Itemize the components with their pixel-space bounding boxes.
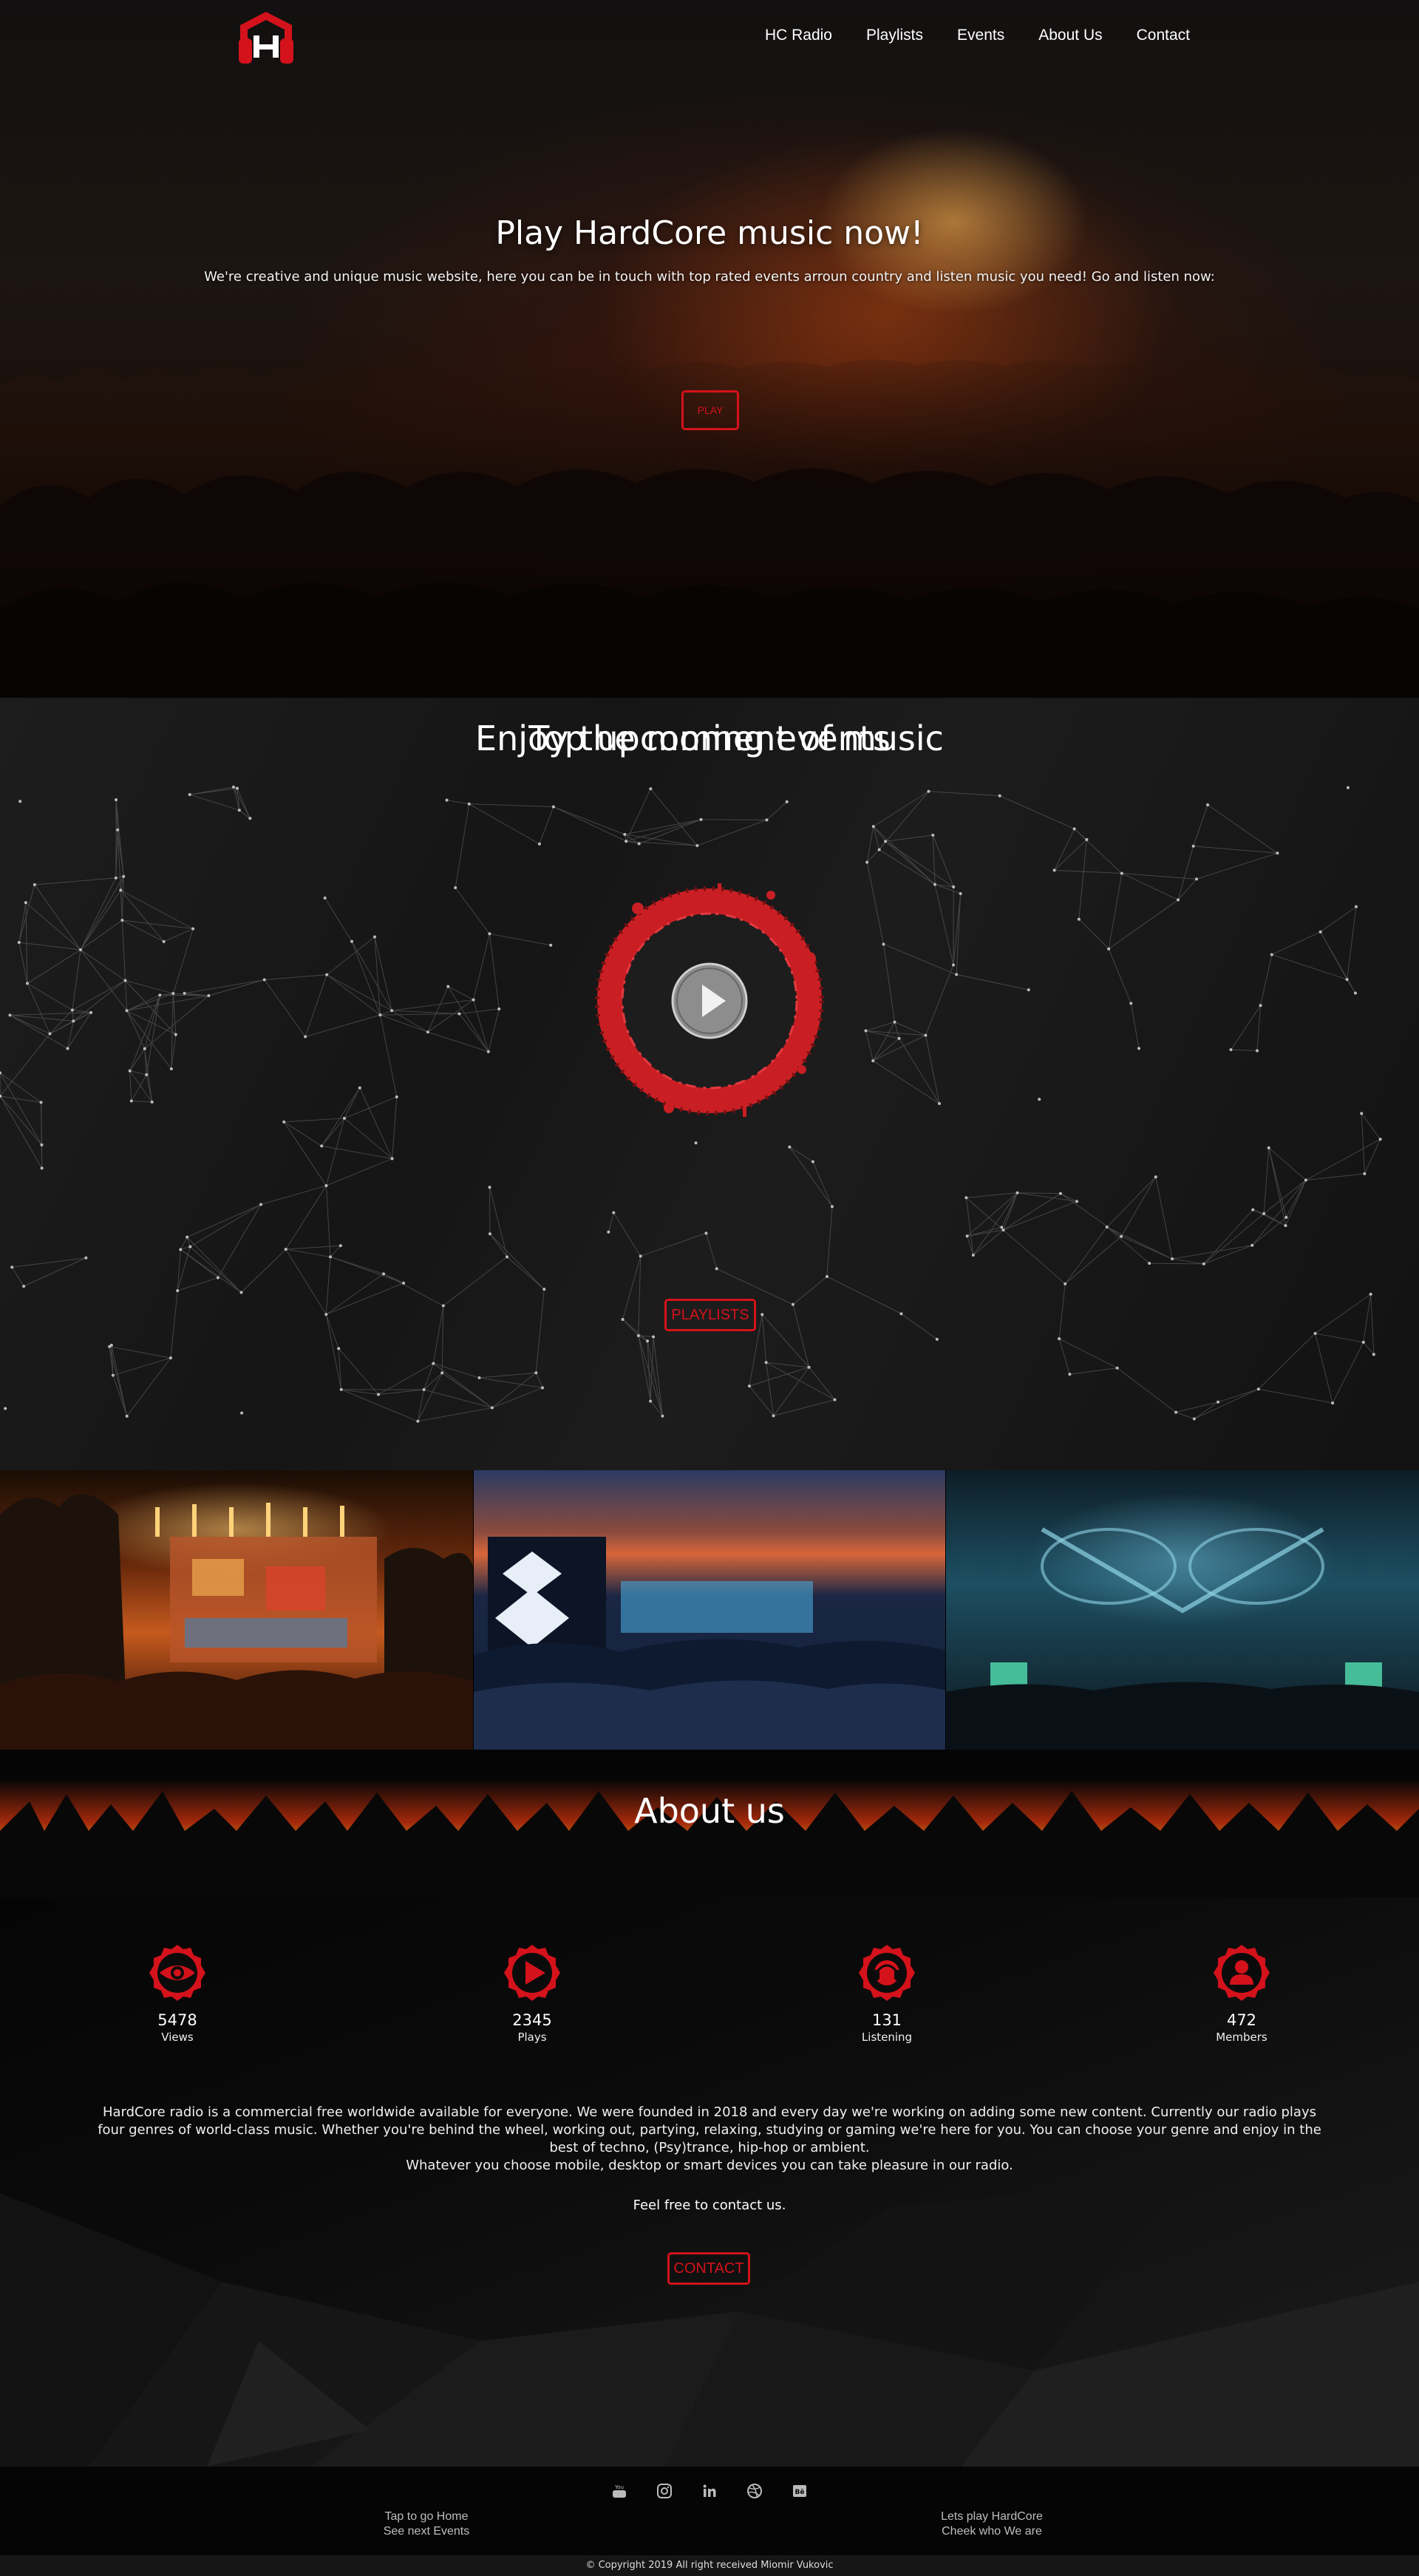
contact-invite: Feel free to contact us. — [633, 2198, 786, 2213]
nav-links: HC Radio Playlists Events About Us Conta… — [765, 27, 1190, 44]
outdoor-concert-illustration — [473, 1537, 946, 1750]
stat-views: 5478 Views — [103, 1943, 251, 2044]
hero-section: HC Radio Playlists Events About Us Conta… — [0, 0, 1419, 698]
stat-plays-label: Plays — [517, 2030, 547, 2044]
youtube-icon[interactable]: You — [611, 2483, 627, 2499]
social-links: You Bē — [0, 2483, 1419, 2499]
about-title: About us — [634, 1791, 785, 1831]
copyright: © Copyright 2019 All right received Miom… — [0, 2555, 1419, 2576]
footer-link-events[interactable]: See next Events — [349, 2524, 504, 2539]
nav-link-about-us[interactable]: About Us — [1038, 27, 1102, 44]
footer-link-play[interactable]: Lets play HardCore — [911, 2509, 1073, 2524]
svg-text:Bē: Bē — [795, 2489, 805, 2496]
play-circle-icon[interactable] — [670, 961, 749, 1041]
stat-members-value: 472 — [1226, 2011, 1257, 2029]
stat-views-label: Views — [161, 2030, 194, 2044]
playlists-button[interactable]: PLAYLISTS — [664, 1299, 756, 1331]
instagram-icon[interactable] — [656, 2483, 673, 2499]
hero-subtitle: We're creative and unique music website,… — [204, 269, 1215, 285]
music-section: Enjoy the moment of music PLAYLISTS Top … — [0, 698, 1419, 1470]
footer-link-about[interactable]: Cheek who We are — [911, 2524, 1073, 2539]
eye-icon — [149, 1945, 205, 2001]
stat-views-value: 5478 — [157, 2011, 197, 2029]
dribbble-icon[interactable] — [746, 2483, 763, 2499]
nav-link-playlists[interactable]: Playlists — [866, 27, 923, 44]
behance-icon[interactable]: Bē — [792, 2483, 808, 2499]
stat-plays-value: 2345 — [512, 2011, 552, 2029]
stat-members-label: Members — [1216, 2030, 1267, 2044]
contact-button[interactable]: CONTACT — [667, 2252, 750, 2285]
about-paragraph: HardCore radio is a commercial free worl… — [98, 2104, 1321, 2155]
events-gallery — [0, 1470, 1419, 1750]
footer: You Bē Tap to go Home See next Events Le… — [0, 2467, 1419, 2576]
user-icon — [1214, 1945, 1270, 2001]
about-description: HardCore radio is a commercial free worl… — [96, 2104, 1323, 2175]
svg-text:You: You — [614, 2484, 624, 2490]
crowd-silhouette — [0, 359, 1419, 698]
stat-listening: 131 Listening — [813, 1943, 961, 2044]
event-image-indoor-stage[interactable] — [946, 1470, 1419, 1750]
play-icon — [504, 1945, 560, 2001]
indoor-stage-illustration — [946, 1527, 1419, 1750]
stat-members: 472 Members — [1168, 1943, 1316, 2044]
nav-link-hc-radio[interactable]: HC Radio — [765, 27, 832, 44]
event-image-outdoor-concert[interactable] — [473, 1470, 946, 1750]
about-banner: About us — [0, 1750, 1419, 1897]
about-section: 5478 Views 2345 Plays 131 Listening 472 … — [0, 1897, 1419, 2467]
footer-left-links: Tap to go Home See next Events — [349, 2509, 504, 2539]
main-nav: HC Radio Playlists Events About Us Conta… — [0, 0, 1419, 74]
footer-right-links: Lets play HardCore Cheek who We are — [911, 2509, 1073, 2539]
headphones-icon — [859, 1945, 915, 2001]
events-title: Top upcoming events — [528, 718, 891, 758]
stat-plays: 2345 Plays — [458, 1943, 606, 2044]
about-paragraph-devices: Whatever you choose mobile, desktop or s… — [406, 2158, 1013, 2173]
stat-listening-value: 131 — [871, 2011, 902, 2029]
nav-link-contact[interactable]: Contact — [1137, 27, 1190, 44]
festival-stage-illustration — [0, 1494, 473, 1750]
event-image-festival-stage[interactable] — [0, 1470, 473, 1750]
footer-link-home[interactable]: Tap to go Home — [349, 2509, 504, 2524]
play-button[interactable]: PLAY — [681, 390, 739, 430]
nav-link-events[interactable]: Events — [957, 27, 1004, 44]
stat-listening-label: Listening — [861, 2030, 913, 2044]
headphones-logo-icon[interactable] — [233, 9, 299, 68]
linkedin-icon[interactable] — [701, 2483, 718, 2499]
stats-row: 5478 Views 2345 Plays 131 Listening 472 … — [0, 1943, 1419, 2062]
hero-title: Play HardCore music now! — [495, 214, 924, 252]
